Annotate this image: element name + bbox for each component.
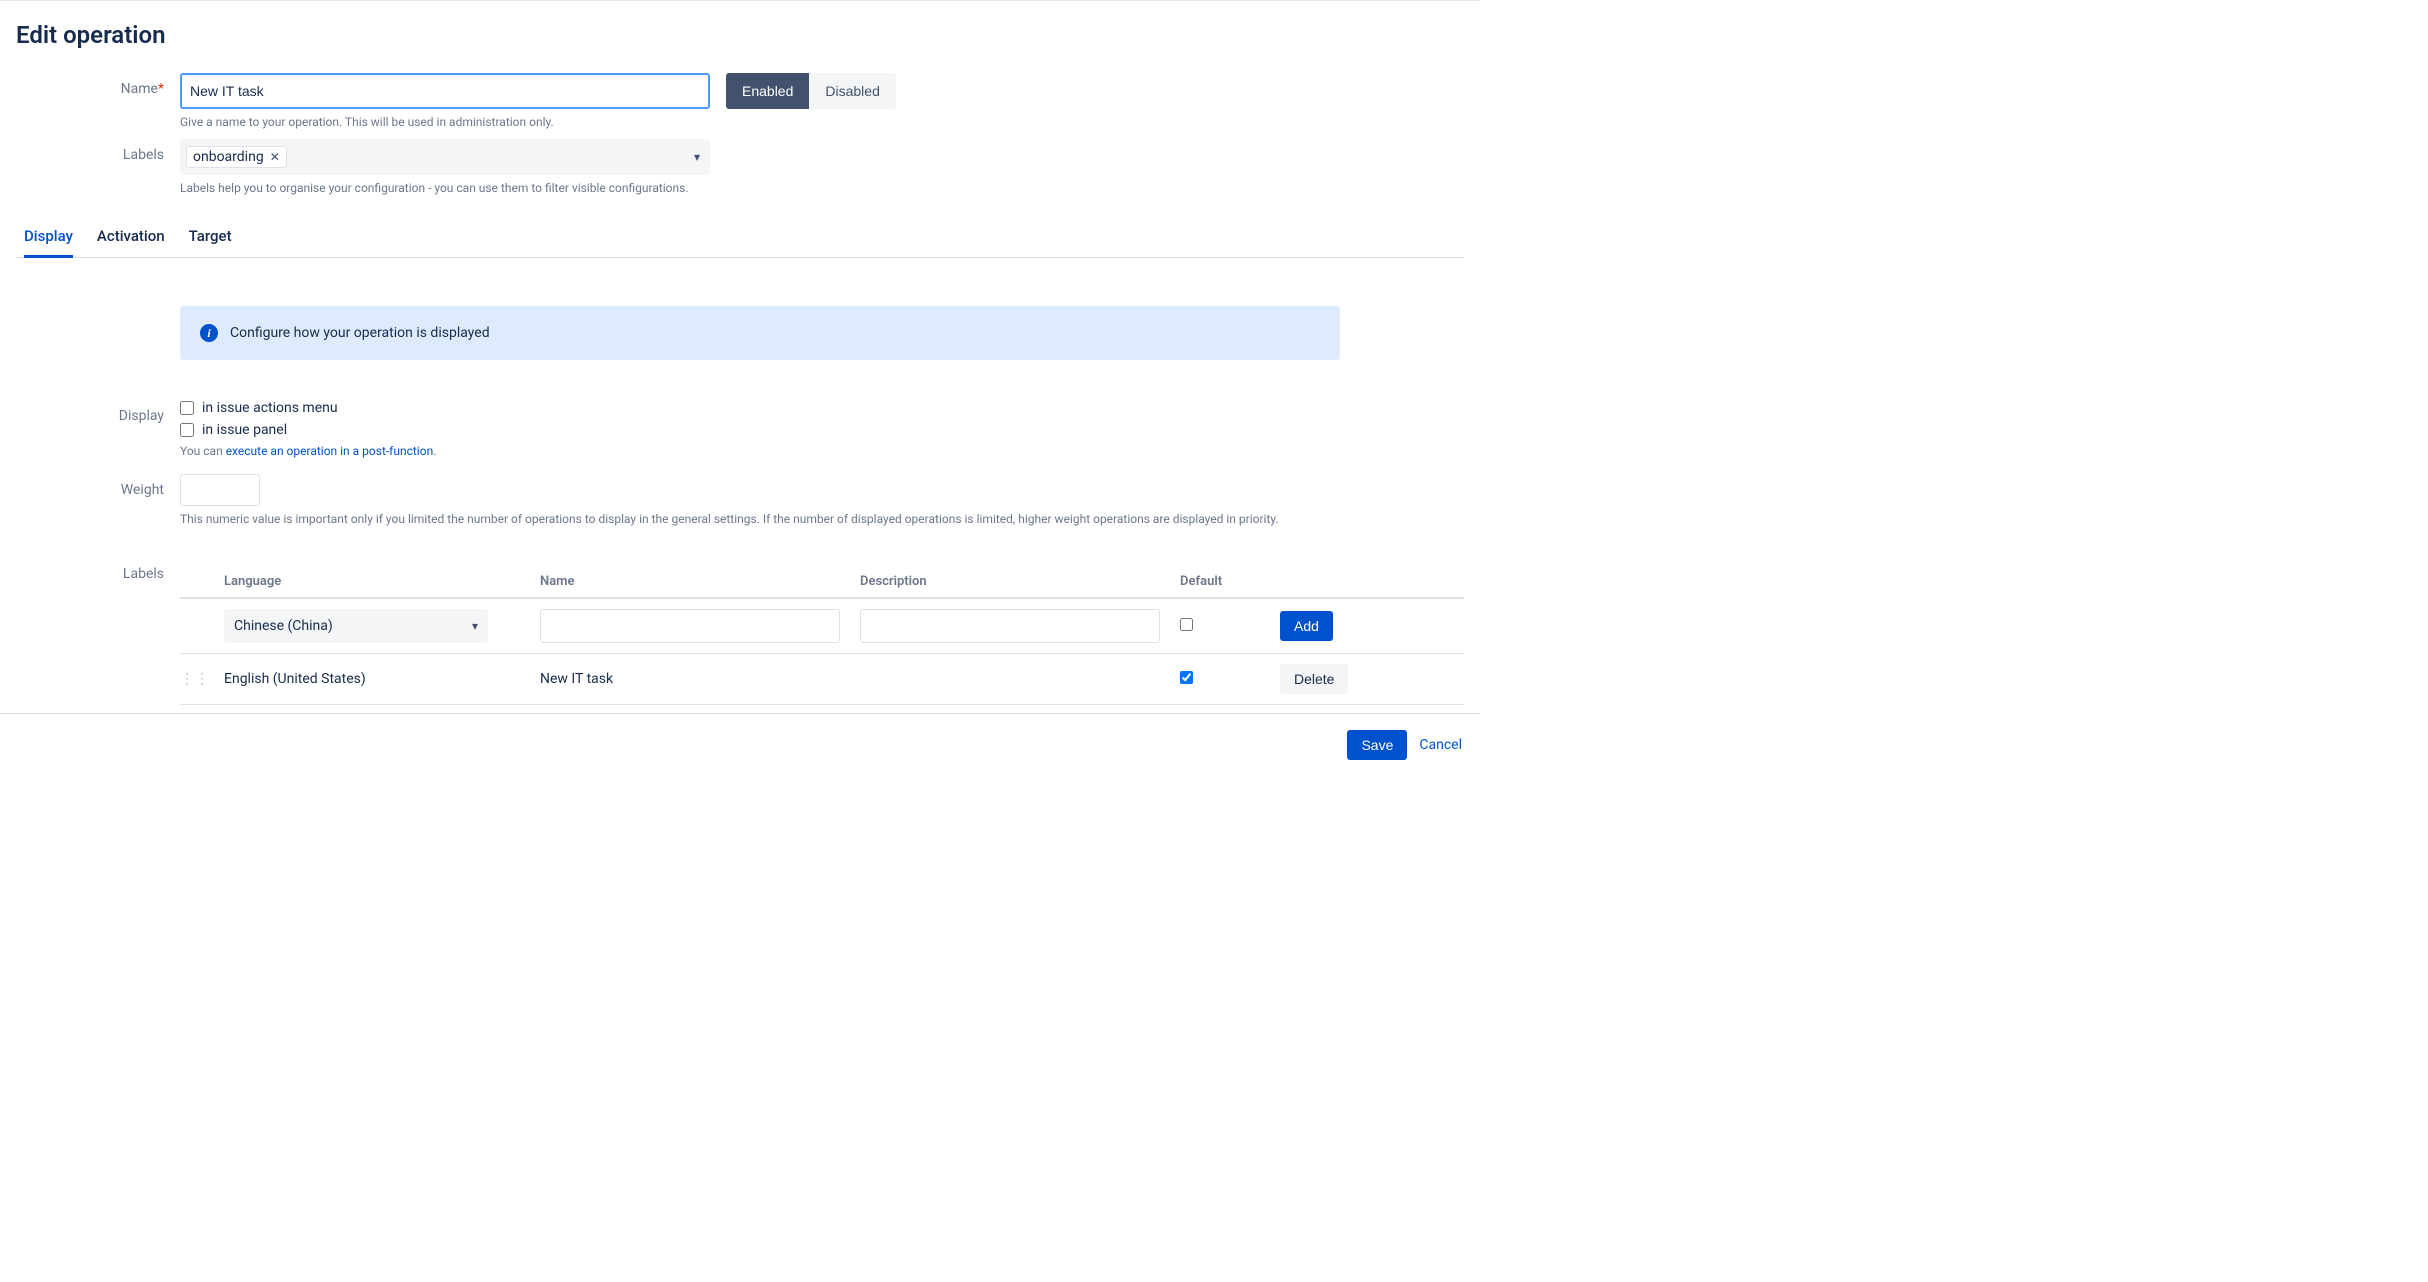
info-icon: i xyxy=(200,324,218,342)
checkbox-issue-actions-label: in issue actions menu xyxy=(202,400,338,416)
labels-multiselect[interactable]: onboarding ✕ ▾ xyxy=(180,139,710,175)
label-tag-onboarding: onboarding ✕ xyxy=(186,146,287,168)
drag-handle-icon[interactable]: ⋮⋮ xyxy=(180,671,210,687)
display-section-label: Display xyxy=(16,400,180,424)
name-help: Give a name to your operation. This will… xyxy=(180,115,896,129)
chevron-down-icon[interactable]: ▾ xyxy=(694,150,700,164)
checkbox-issue-panel-label: in issue panel xyxy=(202,422,287,438)
table-row: ⋮⋮ English (United States) New IT task D… xyxy=(180,654,1464,705)
footer: Save Cancel xyxy=(0,713,1480,776)
table-add-row: Chinese (China) ▾ xyxy=(180,599,1464,654)
disabled-toggle[interactable]: Disabled xyxy=(809,73,895,109)
add-row-default-checkbox[interactable] xyxy=(1180,618,1193,631)
weight-label: Weight xyxy=(16,474,180,498)
name-label: Name* xyxy=(16,73,180,97)
enabled-toggle[interactable]: Enabled xyxy=(726,73,809,109)
labels-help: Labels help you to organise your configu… xyxy=(180,181,710,195)
weight-help: This numeric value is important only if … xyxy=(180,512,1464,526)
checkbox-issue-panel[interactable] xyxy=(180,423,194,437)
info-banner-text: Configure how your operation is displaye… xyxy=(230,325,490,341)
info-banner: i Configure how your operation is displa… xyxy=(180,306,1340,360)
remove-tag-icon[interactable]: ✕ xyxy=(270,150,280,164)
row-language: English (United States) xyxy=(220,671,540,687)
labels-label: Labels xyxy=(16,139,180,163)
table-header: Language Name Description Default xyxy=(180,566,1464,599)
tab-display[interactable]: Display xyxy=(24,219,73,258)
chevron-down-icon: ▾ xyxy=(472,619,478,633)
delete-button[interactable]: Delete xyxy=(1280,664,1348,694)
language-select[interactable]: Chinese (China) ▾ xyxy=(224,609,488,643)
post-function-link[interactable]: execute an operation in a post-function xyxy=(226,444,434,458)
add-row-name-input[interactable] xyxy=(540,609,840,643)
tab-activation[interactable]: Activation xyxy=(97,219,165,257)
display-help: You can execute an operation in a post-f… xyxy=(180,444,436,458)
weight-input[interactable] xyxy=(180,474,260,506)
checkbox-issue-actions[interactable] xyxy=(180,401,194,415)
row-name: New IT task xyxy=(540,671,860,687)
tabs: Display Activation Target xyxy=(16,219,1464,258)
tab-target[interactable]: Target xyxy=(189,219,232,257)
add-row-desc-input[interactable] xyxy=(860,609,1160,643)
name-input[interactable] xyxy=(180,73,710,109)
add-button[interactable]: Add xyxy=(1280,611,1333,641)
page-title: Edit operation xyxy=(16,21,1464,49)
save-button[interactable]: Save xyxy=(1347,730,1407,760)
row-default-checkbox[interactable] xyxy=(1180,671,1193,684)
labels-table-label: Labels xyxy=(16,566,180,582)
cancel-link[interactable]: Cancel xyxy=(1419,737,1462,753)
